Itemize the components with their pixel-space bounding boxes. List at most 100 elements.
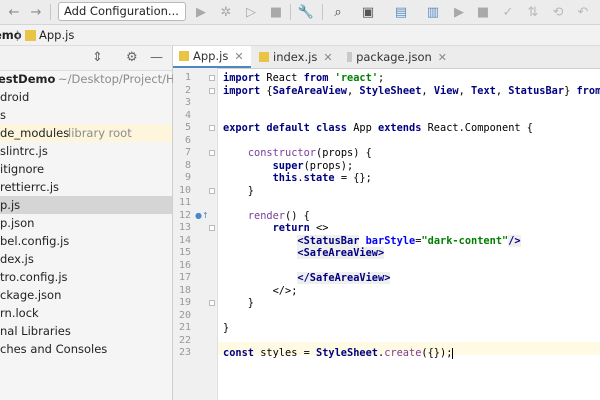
update-icon[interactable]: ⇅ [525,3,541,21]
tree-item-prettierrc[interactable]: rettierrc.js [0,178,172,196]
toolbar-separator [290,4,291,20]
stop2-icon[interactable]: ■ [475,3,491,21]
line-number: 4 [184,110,191,121]
line-number: 12 [178,210,191,221]
tab-app-js[interactable]: App.js ✕ [173,46,251,68]
line-number: 18 [178,285,191,296]
gear-icon[interactable]: ⚙ [126,50,138,65]
tree-item-label: itignore [0,162,45,176]
fold-marker-icon[interactable] [209,225,215,231]
debug-icon[interactable]: ✲ [218,3,234,21]
tree-item-label: rn.lock [0,306,39,320]
tree-item-label: ckage.json [0,288,62,302]
tree-item-index-js[interactable]: dex.js [0,250,172,268]
add-configuration-button[interactable]: Add Configuration... [58,2,186,21]
close-icon[interactable]: ✕ [323,51,332,64]
tree-item-label: estDemo [0,72,56,86]
code-line: import React from 'react'; [223,72,385,84]
code-line: </>; [223,285,298,297]
breadcrumb-file[interactable]: App.js [39,28,74,42]
npm-icon[interactable]: ▤ [393,3,409,21]
tree-item-android[interactable]: droid [0,88,172,106]
js-file-icon [179,51,189,61]
run2-icon[interactable]: ▶ [451,3,467,21]
code-view[interactable]: import React from 'react'; import {SafeA… [223,68,600,400]
tab-index-js[interactable]: index.js ✕ [253,46,339,68]
fold-marker-icon[interactable] [209,88,215,94]
code-line: <SafeAreaView> [297,247,385,259]
line-number: 23 [178,347,191,358]
tree-item-gitignore[interactable]: itignore [0,160,172,178]
editor-tabs: App.js ✕ index.js ✕ package.json ✕ [173,46,600,69]
project-tree: estDemo ~/Desktop/Project/Htt droid s de_… [0,70,184,358]
tab-label: App.js [193,49,229,63]
minimize-icon[interactable]: — [150,50,163,65]
tree-item-app-json[interactable]: p.json [0,214,172,232]
wrench-icon[interactable]: 🔧 [298,3,314,21]
code-line: this.state = {}; [272,172,372,184]
fold-marker-icon[interactable] [209,300,215,306]
commit-icon[interactable]: ✓ [500,3,516,21]
tree-item-babel-config[interactable]: bel.config.js [0,232,172,250]
tree-item-label: p.js [0,198,21,212]
tree-item-label: p.json [0,216,35,230]
code-line: render() { [247,210,310,222]
toolbar-separator [322,4,323,20]
code-line: return <> [272,222,329,234]
code-line: const styles = StyleSheet.create({}); [223,347,454,359]
line-gutter: 1 2 3 4 5 6 7 8 9 10 11 12 13 14 15 16 1… [173,68,218,400]
device-icon[interactable]: ▥ [425,3,441,21]
line-number: 5 [184,122,191,133]
code-line: export default class App extends React.C… [223,122,533,134]
history-icon[interactable]: ⟲ [550,3,566,21]
line-number: 10 [178,185,191,196]
stop-icon[interactable]: ■ [268,3,284,21]
collapse-all-icon[interactable]: ⇕ [92,50,103,65]
fold-marker-icon[interactable] [209,75,215,81]
toolbar-separator [50,4,51,20]
override-icon[interactable]: ●↑ [195,211,209,220]
text-caret [452,347,454,359]
tree-item-external-libraries[interactable]: nal Libraries [0,322,172,340]
forward-arrow-icon[interactable]: → [28,3,44,21]
fold-marker-icon[interactable] [209,150,215,156]
run-icon[interactable]: ▶ [193,3,209,21]
breadcrumb: emo 〉 App.js [0,25,600,46]
line-number: 2 [184,85,191,96]
fold-marker-icon[interactable] [209,125,215,131]
line-number: 8 [184,160,191,171]
line-number: 1 [184,72,191,83]
tree-item-metro-config[interactable]: tro.config.js [0,268,172,286]
js-file-icon [259,52,269,62]
line-number: 19 [178,297,191,308]
tree-item-hint: ~/Desktop/Project/Htt [58,72,184,86]
line-number: 17 [178,272,191,283]
tree-item-yarn-lock[interactable]: rn.lock [0,304,172,322]
tab-package-json[interactable]: package.json ✕ [341,46,453,68]
search-icon[interactable]: ⌕ [330,3,346,21]
tree-item-node-modules[interactable]: de_modules library root [0,124,172,142]
line-number: 13 [178,222,191,233]
tree-item-eslintrc[interactable]: slintrc.js [0,142,172,160]
tree-item-package-json[interactable]: ckage.json [0,286,172,304]
close-icon[interactable]: ✕ [438,51,447,64]
git-icon[interactable]: ▣ [360,3,376,21]
tree-item-ios[interactable]: s [0,106,172,124]
tree-item-label: nal Libraries [0,324,71,338]
tree-item-label: de_modules [0,126,70,140]
tree-item-app-js[interactable]: p.js [0,196,172,214]
back-arrow-icon[interactable]: ← [6,3,22,21]
line-number: 9 [184,172,191,183]
line-number: 15 [178,247,191,258]
tree-item-label: bel.config.js [0,234,70,248]
profile-icon[interactable]: ▷ [243,3,259,21]
rollback-icon[interactable]: ↶ [575,3,591,21]
fold-marker-icon[interactable] [209,188,215,194]
tree-item-label: droid [0,90,30,104]
main-toolbar: ← → Add Configuration... ▶ ✲ ▷ ■ 🔧 ⌕ ▣ ▤… [0,0,600,25]
line-number: 3 [184,97,191,108]
code-line: </SafeAreaView> [297,272,391,284]
close-icon[interactable]: ✕ [234,50,243,63]
tree-item-scratches[interactable]: ches and Consoles [0,340,172,358]
tree-item-project[interactable]: estDemo ~/Desktop/Project/Htt [0,70,184,88]
